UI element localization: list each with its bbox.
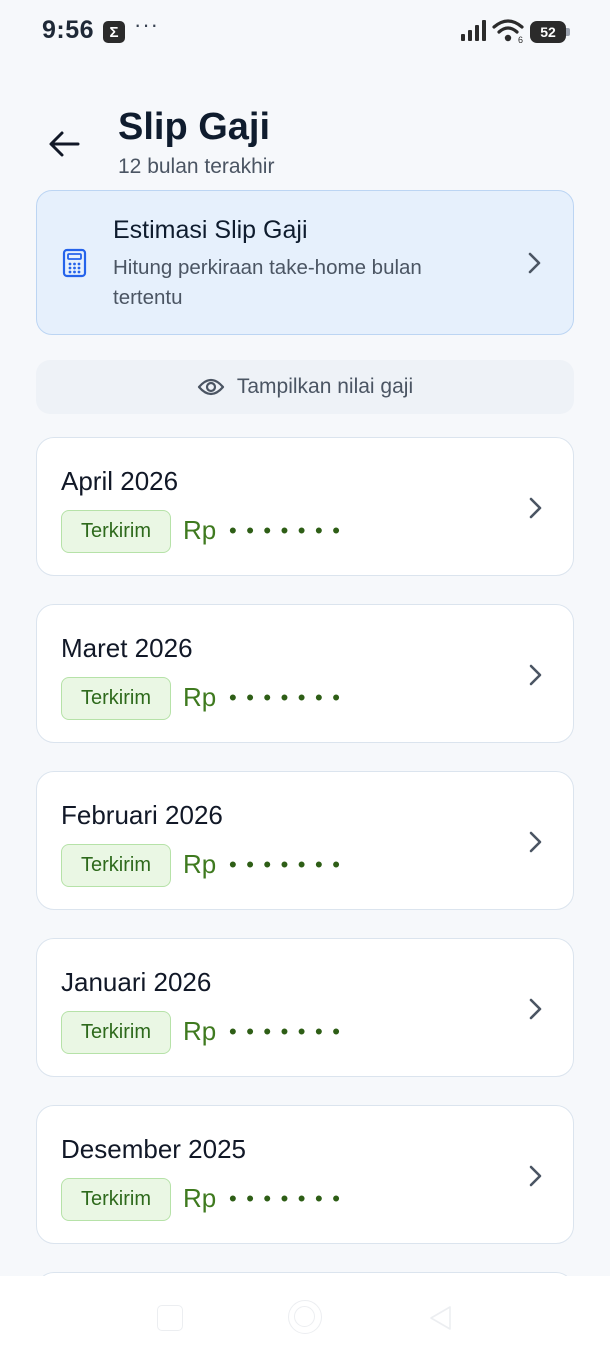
system-nav-bar — [0, 1276, 610, 1356]
slip-month: Maret 2026 — [61, 633, 193, 663]
chevron-right-icon — [529, 998, 542, 1020]
app-notification-icon: Σ — [103, 21, 125, 43]
slip-card[interactable]: Maret 2026 Terkirim Rp ••••••• — [36, 604, 574, 743]
more-notifications-icon: ··· — [134, 12, 159, 37]
status-bar: 9:56 Σ ··· 6 52 — [0, 0, 610, 64]
slip-month: Desember 2025 — [61, 1134, 246, 1164]
currency-label: Rp — [183, 1183, 217, 1213]
masked-amount: ••••••• — [229, 1186, 350, 1211]
eye-icon — [197, 378, 224, 396]
masked-amount: ••••••• — [229, 685, 350, 710]
chevron-right-icon — [529, 831, 542, 853]
back-button[interactable] — [40, 120, 88, 168]
chevron-right-icon — [529, 497, 542, 519]
page-subtitle: 12 bulan terakhir — [118, 155, 275, 178]
arrow-left-icon — [49, 131, 80, 157]
toggle-label: Tampilkan nilai gaji — [236, 375, 414, 398]
status-badge: Terkirim — [61, 1011, 171, 1054]
battery-icon: 52 — [530, 21, 570, 43]
slip-card[interactable]: Desember 2025 Terkirim Rp ••••••• — [36, 1105, 574, 1244]
currency-label: Rp — [183, 515, 217, 545]
estimate-title: Estimasi Slip Gaji — [113, 216, 308, 244]
status-badge: Terkirim — [61, 1178, 171, 1221]
currency-label: Rp — [183, 682, 217, 712]
battery-level: 52 — [530, 21, 566, 43]
status-badge: Terkirim — [61, 677, 171, 720]
status-badge: Terkirim — [61, 510, 171, 553]
slip-card[interactable]: April 2026 Terkirim Rp ••••••• — [36, 437, 574, 576]
slip-month: Februari 2026 — [61, 800, 223, 830]
slip-card[interactable]: Januari 2026 Terkirim Rp ••••••• — [36, 938, 574, 1077]
chevron-right-icon — [529, 664, 542, 686]
recent-apps-icon[interactable] — [157, 1305, 183, 1331]
chevron-right-icon — [528, 252, 541, 274]
svg-text:6: 6 — [518, 35, 523, 44]
masked-amount: ••••••• — [229, 518, 350, 543]
home-icon-inner — [294, 1306, 315, 1327]
screen: 9:56 Σ ··· 6 52 Slip Gaji 12 bulan terak… — [0, 0, 610, 1356]
currency-label: Rp — [183, 1016, 217, 1046]
calculator-icon — [62, 248, 87, 278]
slip-month: Januari 2026 — [61, 967, 212, 997]
back-triangle-icon[interactable] — [428, 1304, 454, 1332]
home-icon[interactable] — [288, 1300, 322, 1334]
estimate-description: Hitung perkiraan take-home bulan tertent… — [113, 256, 422, 309]
chevron-right-icon — [529, 1165, 542, 1187]
slip-card[interactable]: Februari 2026 Terkirim Rp ••••••• — [36, 771, 574, 910]
page-title: Slip Gaji — [118, 106, 271, 148]
masked-amount: ••••••• — [229, 1019, 350, 1044]
battery-tip — [566, 28, 570, 36]
signal-icon — [461, 20, 486, 41]
wifi-icon: 6 — [492, 19, 524, 44]
masked-amount: ••••••• — [229, 852, 350, 877]
slip-month: April 2026 — [61, 466, 179, 496]
status-time: 9:56 — [42, 16, 95, 44]
show-salary-toggle[interactable]: Tampilkan nilai gaji — [36, 360, 574, 414]
status-badge: Terkirim — [61, 844, 171, 887]
currency-label: Rp — [183, 849, 217, 879]
